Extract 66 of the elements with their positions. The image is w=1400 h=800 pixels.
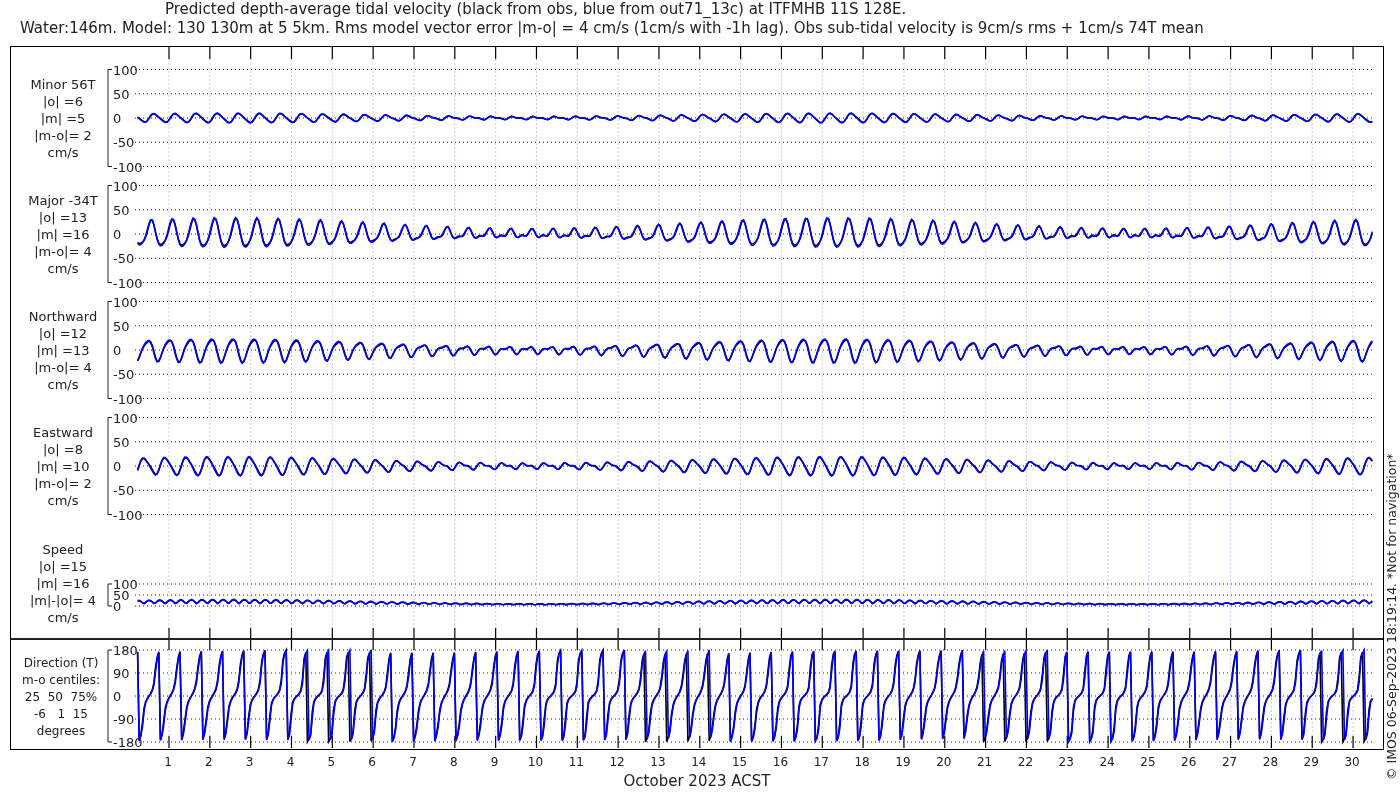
- day-label: 18: [854, 755, 870, 769]
- day-label: 1: [164, 755, 172, 769]
- day-label: 19: [895, 755, 911, 769]
- axis-tick-label: 100: [113, 410, 138, 426]
- day-label: 10: [527, 755, 544, 769]
- day-label: 25: [1140, 755, 1156, 769]
- day-label: 16: [772, 755, 789, 769]
- axis-tick-label: 0: [113, 111, 122, 126]
- axis-tick-label: 90: [113, 666, 130, 681]
- day-label: 15: [732, 755, 748, 769]
- axis-tick-label: 0: [113, 689, 122, 704]
- panel-label: Minor 56T |o| =6 |m| =5 |m-o|= 2 cm/s: [30, 77, 96, 160]
- day-label: 11: [568, 755, 584, 769]
- axis-tick-label: -100: [113, 391, 143, 407]
- panel-label: Northward |o| =12 |m| =13 |m-o|= 4 cm/s: [28, 309, 98, 392]
- day-label: 8: [450, 755, 458, 769]
- day-label: 6: [368, 755, 376, 769]
- axis-tick-label: 100: [113, 62, 138, 78]
- copyright-note: © IMOS 06-Sep-2023 18:19:14. *Not for navigation*: [1384, 453, 1399, 780]
- panel-label: Eastward |o| =8 |m| =10 |m-o|= 2 cm/s: [33, 425, 93, 508]
- y-axis-bracket: [107, 583, 113, 607]
- panel-label: Major -34T |o| =13 |m| =16 |m-o|= 4 cm/s: [28, 193, 98, 276]
- axis-tick-label: -50: [113, 135, 135, 151]
- axis-tick-label: 0: [113, 227, 122, 242]
- chart-title: Predicted depth-average tidal velocity (black from obs, blue from out71_13c) at ITFMHB 11S 128E.: [164, 0, 907, 19]
- chart-subtitle: Water:146m. Model: 130 130m at 5 5km. Rms model vector error |m-o| = 4 cm/s (1cm/s with -1h lag). Obs sub-tidal velocity is 9cm/s rms + 1cm/s 74T mean: [19, 19, 1204, 38]
- panel-label: Direction (T) m-o centiles: 25 50 75% -6 1 15 degrees: [22, 656, 100, 738]
- axis-tick-label: -90: [113, 712, 135, 727]
- day-label: 28: [1262, 755, 1279, 769]
- day-label: 2: [205, 755, 213, 769]
- day-label: 30: [1344, 755, 1360, 769]
- axis-tick-label: -180: [113, 735, 143, 748]
- day-label: 4: [286, 755, 295, 769]
- axis-tick-label: -50: [113, 483, 135, 499]
- axis-tick-label: 0: [113, 459, 122, 474]
- day-label: 3: [245, 755, 254, 769]
- day-label: 26: [1181, 755, 1197, 769]
- axis-tick-label: -100: [113, 275, 143, 291]
- axis-tick-label: 180: [113, 643, 138, 658]
- axis-tick-label: 50: [113, 202, 130, 218]
- day-label: 5: [327, 755, 336, 769]
- day-label: 27: [1221, 755, 1238, 769]
- axis-tick-label: -50: [113, 251, 135, 267]
- day-label: 7: [409, 755, 417, 769]
- day-label: 21: [976, 755, 993, 769]
- axis-tick-label: 0: [113, 343, 122, 358]
- axis-tick-label: 50: [113, 86, 130, 102]
- axis-tick-label: 100: [113, 178, 138, 194]
- panel-label: Speed |o| =15 |m| =16 |m|-|o|= 4 cm/s: [29, 542, 97, 625]
- axis-tick-label: -100: [113, 159, 143, 175]
- day-label: 24: [1099, 755, 1115, 769]
- day-label: 14: [691, 755, 707, 769]
- day-label: 12: [609, 755, 625, 769]
- axis-tick-label: 100: [113, 294, 138, 310]
- axis-tick-label: -100: [113, 507, 143, 523]
- day-label: 20: [936, 755, 952, 769]
- day-label: 23: [1058, 755, 1074, 769]
- day-label: 29: [1303, 755, 1319, 769]
- day-label: 13: [650, 755, 666, 769]
- axis-tick-label: -50: [113, 367, 135, 383]
- day-label: 9: [490, 755, 499, 769]
- axis-tick-label: 50: [113, 434, 130, 450]
- day-label: 22: [1017, 755, 1034, 769]
- axis-tick-label: 50: [113, 318, 130, 334]
- day-label: 17: [813, 755, 829, 769]
- x-axis-label: October 2023 ACST: [622, 772, 772, 790]
